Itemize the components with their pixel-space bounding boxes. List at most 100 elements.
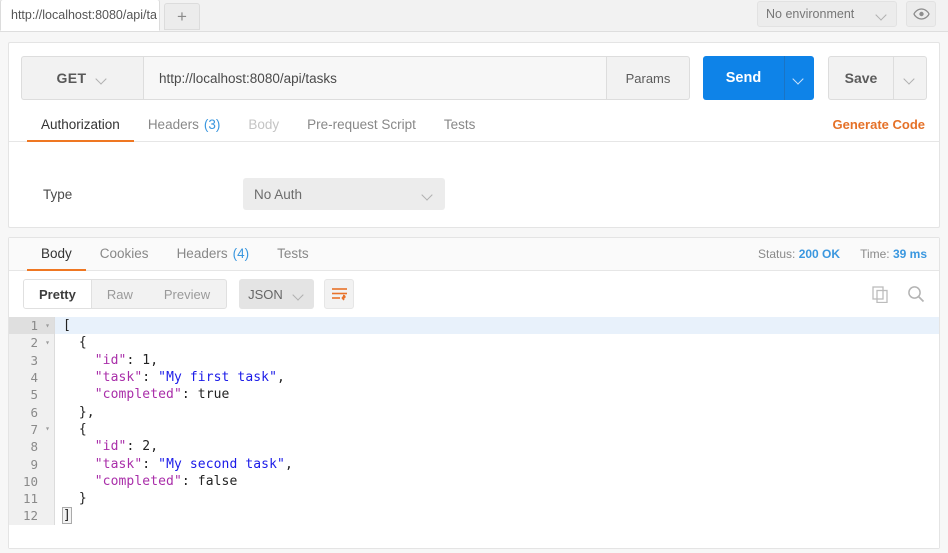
tab-pre-request-script-label: Pre-request Script (307, 117, 416, 132)
fold-arrow-icon[interactable]: ▾ (41, 339, 50, 347)
tab-headers-label: Headers (148, 117, 199, 132)
auth-type-selector[interactable]: No Auth (243, 178, 445, 210)
tab-headers[interactable]: Headers (3) (134, 109, 235, 142)
request-tab-row: Authorization Headers (3) Body Pre-reque… (9, 109, 939, 142)
line-number-label: 7 (30, 422, 38, 437)
code-line: 1 ▾ [ (9, 317, 939, 334)
tab-body-label: Body (248, 117, 279, 132)
url-value: http://localhost:8080/api/tasks (159, 71, 337, 86)
line-number-label: 1 (30, 318, 38, 333)
code-line: 5 "completed": true (9, 386, 939, 403)
url-bar: GET http://localhost:8080/api/tasks Para… (21, 56, 927, 100)
save-label: Save (845, 70, 878, 86)
environment-selector[interactable]: No environment (757, 1, 897, 27)
code-line: 9 "task": "My second task", (9, 455, 939, 472)
chevron-down-icon (794, 75, 805, 82)
send-label: Send (726, 70, 761, 86)
view-mode-switch: Pretty Raw Preview (23, 279, 227, 309)
chevron-down-icon (905, 75, 916, 82)
chevron-down-icon (294, 291, 305, 298)
line-number-label: 2 (30, 335, 38, 350)
view-mode-preview-label: Preview (164, 287, 210, 302)
line-number: 8 (9, 438, 55, 455)
line-number: 3 (9, 352, 55, 369)
response-tab-cookies[interactable]: Cookies (86, 238, 163, 271)
response-format-selector[interactable]: JSON (239, 279, 314, 309)
response-tab-headers-count: (4) (233, 246, 250, 261)
response-tab-cookies-label: Cookies (100, 246, 149, 261)
code-text: { (55, 421, 939, 438)
request-tab[interactable]: http://localhost:8080/api/ta (0, 0, 160, 31)
tab-authorization-label: Authorization (41, 117, 120, 132)
auth-type-label: Type (43, 187, 243, 202)
tab-tests[interactable]: Tests (430, 109, 490, 142)
response-toolbar: Pretty Raw Preview JSON (9, 271, 939, 317)
response-tab-headers[interactable]: Headers (4) (163, 238, 264, 271)
generate-code-link[interactable]: Generate Code (833, 117, 925, 141)
request-tab-label: http://localhost:8080/api/ta (11, 8, 157, 22)
view-mode-preview[interactable]: Preview (149, 280, 226, 308)
line-number: 12 (9, 507, 55, 524)
line-number: 7 ▾ (9, 421, 55, 438)
copy-icon[interactable] (872, 286, 889, 303)
tab-authorization[interactable]: Authorization (27, 109, 134, 142)
fold-arrow-icon[interactable]: ▾ (41, 322, 50, 330)
code-line: 8 "id": 2, (9, 438, 939, 455)
send-button[interactable]: Send (703, 56, 784, 100)
send-options-button[interactable] (784, 56, 814, 100)
postman-window: http://localhost:8080/api/ta + No enviro… (0, 0, 948, 553)
save-options-button[interactable] (894, 56, 927, 100)
chevron-down-icon (97, 75, 108, 82)
code-text: }, (55, 403, 939, 420)
url-input[interactable]: http://localhost:8080/api/tasks (143, 56, 607, 100)
fold-arrow-icon[interactable]: ▾ (41, 425, 50, 433)
line-number-label: 8 (30, 439, 38, 454)
status-badge: Status: 200 OK (758, 247, 840, 261)
save-button[interactable]: Save (828, 56, 894, 100)
eye-icon (913, 8, 930, 20)
tab-pre-request-script[interactable]: Pre-request Script (293, 109, 430, 142)
code-text: "completed": true (55, 386, 939, 403)
response-tab-body[interactable]: Body (27, 238, 86, 271)
params-button[interactable]: Params (607, 56, 690, 100)
code-text: "completed": false (55, 473, 939, 490)
response-panel: Body Cookies Headers (4) Tests Status: 2… (8, 237, 940, 549)
line-number: 11 (9, 490, 55, 507)
response-tab-body-label: Body (41, 246, 72, 261)
response-tab-headers-label: Headers (177, 246, 228, 261)
code-text: "task": "My first task", (55, 369, 939, 386)
tab-body[interactable]: Body (234, 109, 293, 142)
response-meta: Status: 200 OK Time: 39 ms (758, 247, 927, 270)
time-value: 39 ms (893, 247, 927, 261)
view-mode-raw[interactable]: Raw (92, 280, 149, 308)
response-body-editor[interactable]: 1 ▾ [ 2 ▾ { 3 "id": 1, (9, 317, 939, 548)
new-tab-button[interactable]: + (164, 3, 200, 30)
response-tab-tests[interactable]: Tests (263, 238, 323, 271)
wrap-lines-button[interactable] (324, 279, 354, 309)
code-text: "task": "My second task", (55, 455, 939, 472)
line-number: 2 ▾ (9, 334, 55, 351)
code-line: 3 "id": 1, (9, 352, 939, 369)
line-number-label: 10 (23, 474, 38, 489)
response-tool-icons (872, 285, 925, 303)
code-line: 7 ▾ { (9, 421, 939, 438)
code-line: 4 "task": "My first task", (9, 369, 939, 386)
tab-strip-right-controls: No environment (757, 1, 948, 31)
save-button-group: Save (828, 56, 927, 100)
search-icon[interactable] (907, 285, 925, 303)
line-number: 6 (9, 403, 55, 420)
line-number-label: 11 (23, 491, 38, 506)
time-label: Time: (860, 247, 890, 261)
environment-quick-look-button[interactable] (906, 1, 936, 27)
auth-type-row: Type No Auth (9, 178, 939, 210)
view-mode-pretty[interactable]: Pretty (24, 280, 92, 308)
plus-icon: + (177, 8, 187, 25)
code-line: 2 ▾ { (9, 334, 939, 351)
code-line: 6 }, (9, 403, 939, 420)
params-label: Params (626, 71, 671, 86)
http-method-selector[interactable]: GET (21, 56, 143, 100)
code-line: 10 "completed": false (9, 473, 939, 490)
code-text: { (55, 334, 939, 351)
http-method-label: GET (57, 70, 87, 86)
line-number: 1 ▾ (9, 317, 55, 334)
